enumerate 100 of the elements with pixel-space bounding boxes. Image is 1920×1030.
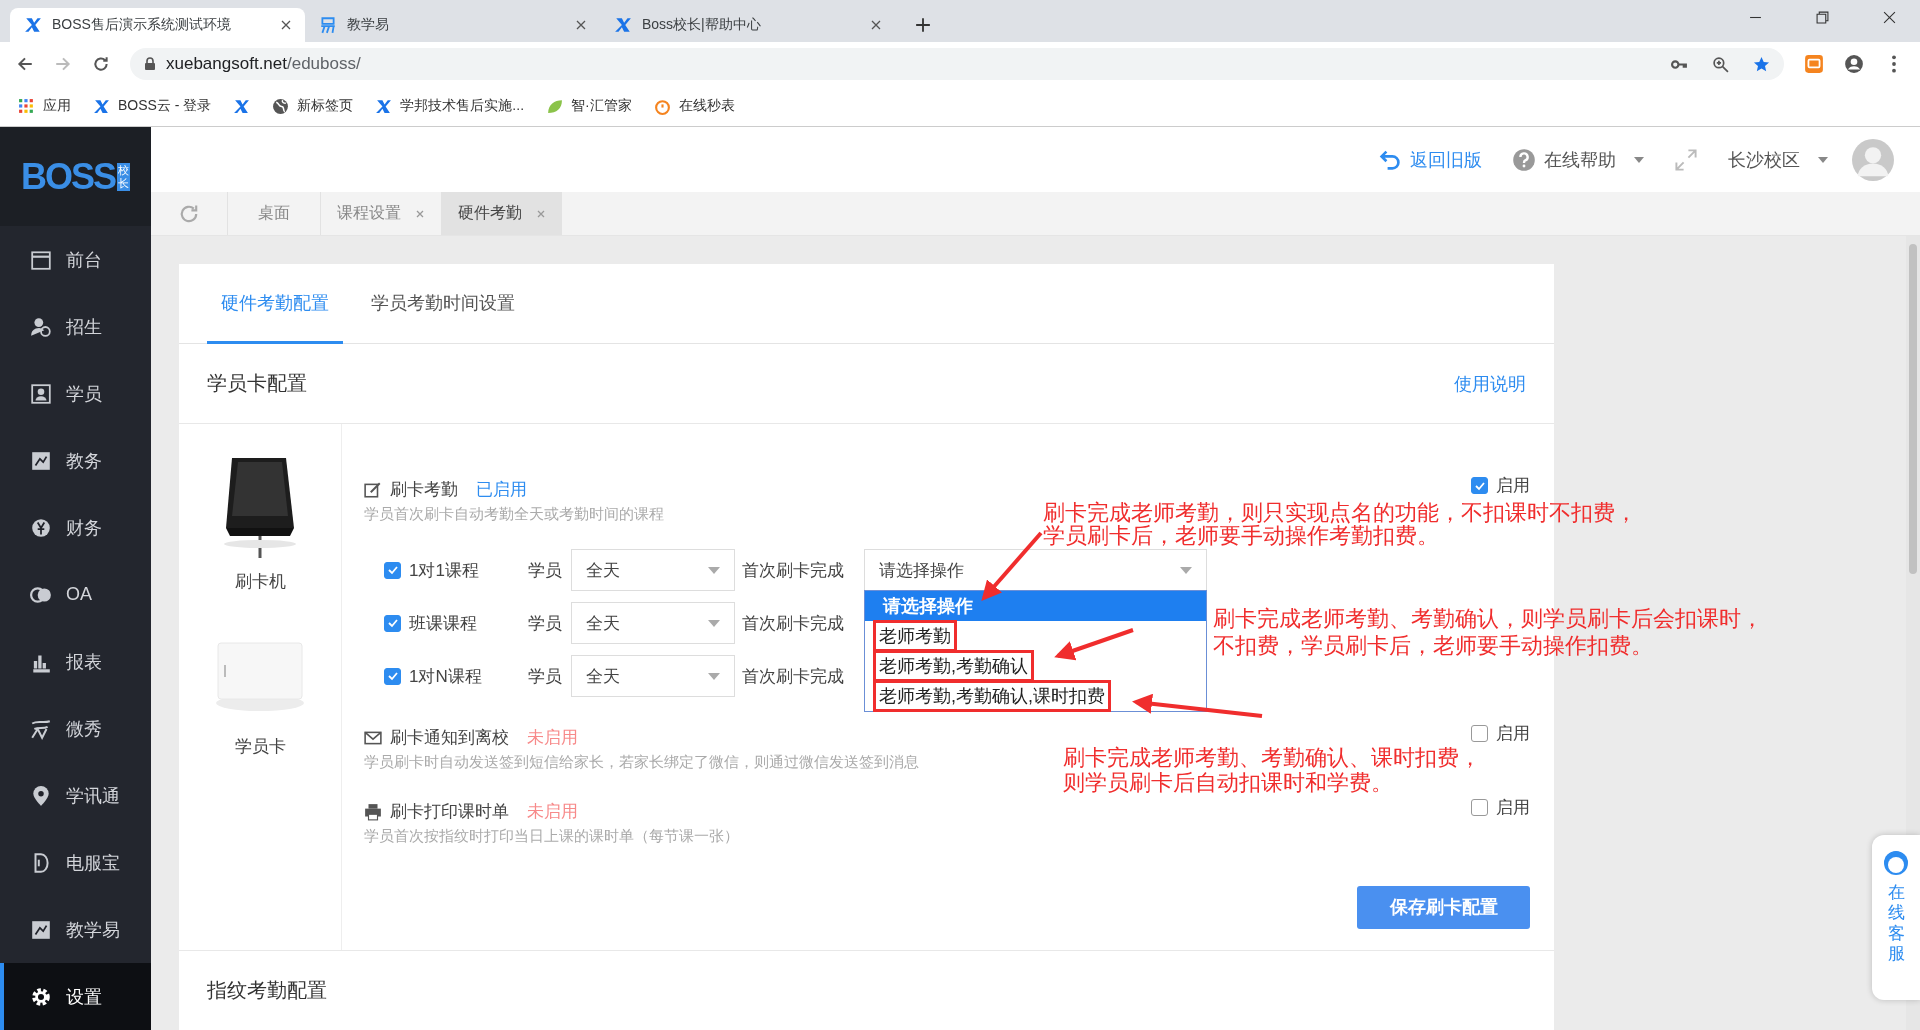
timer-icon	[653, 97, 671, 115]
close-icon[interactable]	[576, 20, 586, 30]
browser-tab[interactable]: Boss校长|帮助中心	[600, 8, 895, 42]
check-icon	[386, 564, 399, 577]
sidebar-item[interactable]: 电服宝	[0, 829, 151, 896]
help-icon	[1512, 147, 1536, 172]
field-label: 首次刷卡完成	[742, 665, 844, 688]
back-icon[interactable]	[16, 55, 34, 73]
dropdown-option[interactable]: 请选择操作	[865, 591, 1206, 621]
sidebar-item[interactable]: 教学易	[0, 896, 151, 963]
x-logo-icon	[24, 16, 42, 34]
person-add-icon	[30, 315, 52, 338]
x-logo-icon	[614, 16, 632, 34]
feature-status: 未启用	[527, 801, 578, 824]
course-checkbox[interactable]: 班课课程	[384, 611, 528, 635]
reload-icon[interactable]	[92, 55, 110, 73]
sidebar-item[interactable]: 招生	[0, 293, 151, 360]
online-help-menu[interactable]: 在线帮助	[1512, 147, 1644, 172]
sidebar-item[interactable]: 报表	[0, 628, 151, 695]
x-logo-icon	[233, 97, 251, 115]
sidebar-item[interactable]: OA	[0, 561, 151, 628]
sidebar-item[interactable]: 教务	[0, 427, 151, 494]
feature-title: 刷卡通知到离校	[390, 727, 509, 750]
scrollbar[interactable]	[1909, 244, 1917, 574]
dropdown-option[interactable]: 老师考勤	[865, 621, 1206, 651]
checkbox[interactable]	[1471, 477, 1488, 495]
person-card-icon	[30, 382, 52, 405]
checkbox[interactable]	[384, 614, 401, 632]
config-tab[interactable]: 硬件考勤配置	[207, 264, 343, 345]
sidebar-item[interactable]: 前台	[0, 226, 151, 293]
period-select[interactable]: 全天	[571, 549, 735, 592]
field-label: 学员	[528, 559, 562, 582]
online-service-button[interactable]: 在线客服	[1872, 835, 1920, 1000]
close-icon[interactable]	[281, 20, 291, 30]
extension-icon[interactable]	[1804, 54, 1824, 74]
feature-description: 学员刷卡时自动发送签到短信给家长，若家长绑定了微信，则通过微信发送签到消息	[364, 753, 919, 773]
yen-icon	[30, 516, 52, 539]
annotation-text: 刷卡完成老师考勤、考勤确认，则学员刷卡后会扣课时， 不扣费，学员刷卡后，老师要手动操作扣费。	[1213, 605, 1763, 659]
section-title: 指纹考勤配置	[206, 977, 328, 1003]
bookmark[interactable]: 应用	[18, 97, 71, 115]
sidebar-item[interactable]: 设置	[0, 963, 151, 1030]
sidebar-item[interactable]: 微秀	[0, 695, 151, 762]
restore-icon[interactable]	[1816, 11, 1829, 24]
feature-description: 学员首次按指纹时打印当日上课的课时单（每节课一张）	[364, 827, 739, 847]
field-label: 首次刷卡完成	[742, 559, 844, 582]
bookmark[interactable]: 智·汇管家	[546, 97, 632, 115]
config-tab[interactable]: 学员考勤时间设置	[357, 264, 529, 345]
lock-icon	[144, 57, 156, 71]
feature-status: 未启用	[527, 727, 578, 750]
checkbox[interactable]	[384, 667, 401, 685]
campus-menu[interactable]: 长沙校区	[1728, 147, 1828, 172]
checkbox[interactable]	[384, 561, 401, 579]
enable-checkbox[interactable]: 启用	[1471, 474, 1530, 498]
checkbox[interactable]	[1471, 799, 1488, 817]
new-tab-icon[interactable]	[915, 17, 931, 33]
star-icon[interactable]	[1753, 55, 1770, 73]
annotation-arrow	[981, 531, 1043, 601]
course-checkbox[interactable]: 1对1课程	[384, 558, 528, 582]
bookmark[interactable]: BOSS云 - 登录	[93, 97, 212, 115]
sidebar-item[interactable]: 学讯通	[0, 762, 151, 829]
page-tab[interactable]: 硬件考勤	[441, 192, 562, 235]
address-field[interactable]: xuebangsoft.net/eduboss/	[130, 48, 1784, 80]
field-label: 首次刷卡完成	[742, 612, 844, 635]
wave-icon	[30, 717, 52, 740]
back-old-version-link[interactable]: 返回旧版	[1378, 147, 1482, 172]
annotation-text: 刷卡完成老师考勤，则只实现点名的功能，不扣课时不扣费， 学员刷卡后，老师要手动操作考勤扣费。	[1043, 501, 1637, 547]
bookmark[interactable]: 在线秒表	[653, 97, 735, 115]
annotation-text: 刷卡完成老师考勤、考勤确认、课时扣费， 则学员刷卡后自动扣课时和学费。	[1063, 745, 1481, 795]
browser-tab[interactable]: 教学易	[305, 8, 600, 42]
pin-icon	[30, 784, 52, 807]
period-select[interactable]: 全天	[571, 655, 735, 698]
apps-icon	[18, 97, 35, 115]
enable-checkbox[interactable]: 启用	[1471, 796, 1530, 820]
feature-description: 学员首次刷卡自动考勤全天或考勤时间的课程	[364, 505, 664, 525]
course-checkbox[interactable]: 1对N课程	[384, 664, 528, 688]
profile-icon[interactable]	[1844, 54, 1864, 74]
enable-checkbox[interactable]: 启用	[1471, 722, 1530, 746]
x-logo-icon	[375, 97, 393, 115]
sidebar-item[interactable]: 财务	[0, 494, 151, 561]
period-select[interactable]: 全天	[571, 602, 735, 645]
browser-tab[interactable]: BOSS售后演示系统测试环境	[10, 8, 305, 42]
gear-icon	[30, 985, 52, 1008]
calendar-icon	[30, 248, 52, 271]
bookmark[interactable]	[233, 97, 251, 115]
sidebar-item[interactable]: 学员	[0, 360, 151, 427]
field-label: 学员	[528, 612, 562, 635]
close-icon[interactable]	[871, 20, 881, 30]
bookmark[interactable]: 学邦技术售后实施...	[375, 97, 525, 115]
check-icon	[386, 670, 399, 683]
yi-logo-icon	[319, 16, 337, 34]
leaf-icon	[546, 97, 564, 115]
device-label: 刷卡机	[234, 571, 286, 594]
check-icon	[386, 617, 399, 630]
zoom-icon[interactable]	[1712, 55, 1729, 73]
feature-status: 已启用	[476, 479, 527, 502]
close-icon[interactable]	[1883, 11, 1896, 24]
feature-title: 刷卡打印课时单	[390, 801, 509, 824]
device-label: 学员卡	[234, 736, 286, 759]
checkbox[interactable]	[1471, 725, 1488, 743]
bookmark[interactable]: 新标签页	[272, 97, 354, 115]
